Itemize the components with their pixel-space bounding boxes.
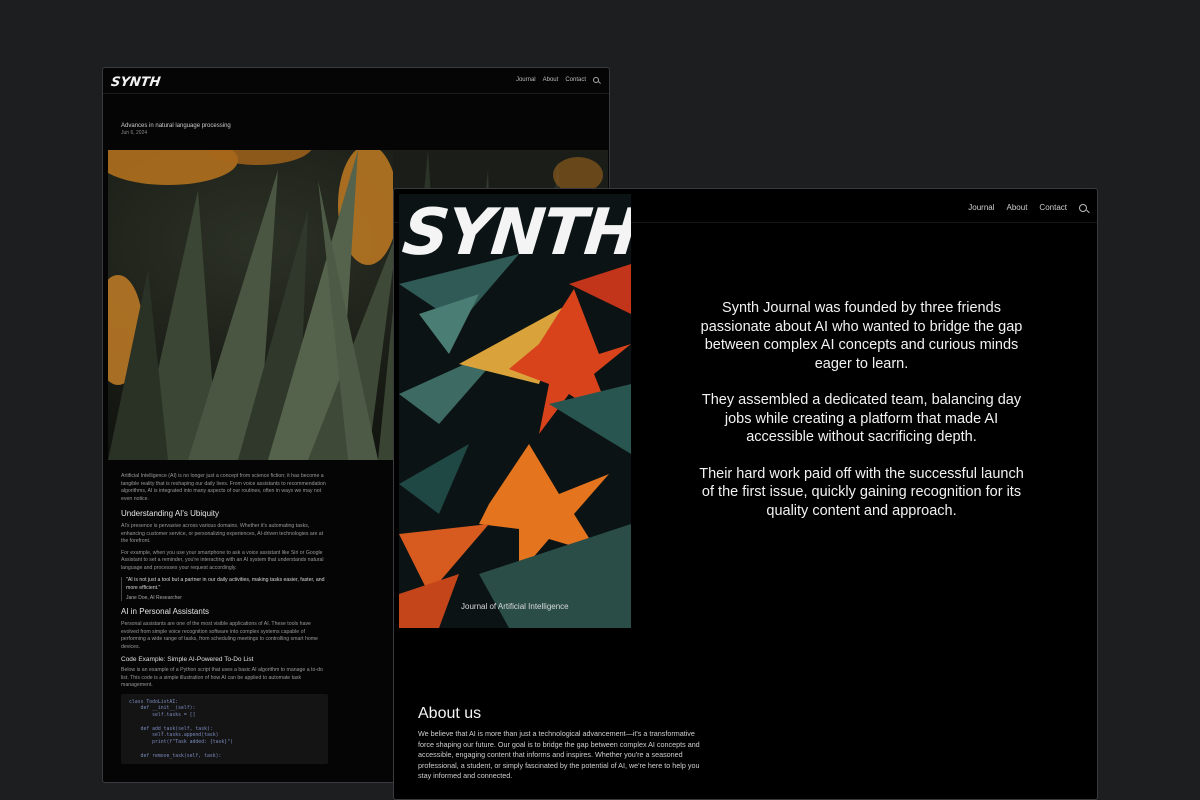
blockquote: "AI is not just a tool but a partner in …	[121, 577, 326, 601]
search-icon[interactable]	[593, 77, 599, 83]
nav-journal-link[interactable]: Journal	[968, 203, 994, 212]
article-paragraph: Below is an example of a Python script t…	[121, 667, 323, 688]
nav-contact-link[interactable]: Contact	[1039, 203, 1067, 212]
journal-cover-image: SYNTH Journal of Artificial Intelligence	[399, 194, 631, 628]
nav-contact-link[interactable]: Contact	[565, 77, 586, 83]
article-paragraph: AI's presence is pervasive across variou…	[121, 523, 324, 544]
post-date: Jun 6, 2024	[121, 130, 148, 136]
about-body: We believe that AI is more than just a t…	[418, 729, 700, 780]
subsection-heading: Code Example: Simple AI-Powered To-Do Li…	[121, 656, 254, 663]
section-heading: Understanding AI's Ubiquity	[121, 509, 220, 518]
story-paragraph: Synth Journal was founded by three frien…	[700, 300, 1023, 372]
cover-logo: SYNTH	[399, 196, 631, 270]
article-paragraph: For example, when you use your smartphon…	[121, 549, 324, 571]
founding-story: Synth Journal was founded by three frien…	[694, 299, 1029, 538]
quote-text: "AI is not just a tool but a partner in …	[126, 577, 325, 591]
about-page-window: Journal About Contact SYNTH Journal of A…	[393, 188, 1098, 800]
article-body: Artificial Intelligence (AI) is no longe…	[121, 473, 328, 764]
quote-author: Jane Doe, AI Researcher	[126, 595, 182, 601]
story-paragraph: They assembled a dedicated team, balanci…	[701, 392, 1022, 445]
nav-about-link[interactable]: About	[1007, 203, 1028, 212]
nav-links: Journal About Contact	[516, 77, 599, 83]
code-text: class TodoListAI: def __init__(self): se…	[129, 699, 233, 759]
site-logo[interactable]: SYNTH	[110, 75, 162, 90]
top-nav: SYNTH Journal About Contact	[103, 68, 609, 94]
cover-caption: Journal of Artificial Intelligence	[461, 602, 569, 611]
nav-journal-link[interactable]: Journal	[516, 77, 536, 83]
search-icon[interactable]	[1079, 203, 1087, 212]
nav-links: Journal About Contact	[968, 203, 1087, 212]
section-heading: AI in Personal Assistants	[121, 607, 210, 616]
post-title: Advances in natural language processing	[121, 123, 231, 129]
nav-about-link[interactable]: About	[543, 77, 559, 83]
story-paragraph: Their hard work paid off with the succes…	[699, 465, 1024, 519]
article-intro: Artificial Intelligence (AI) is no longe…	[121, 473, 326, 502]
article-paragraph: Personal assistants are one of the most …	[121, 621, 318, 650]
code-block[interactable]: class TodoListAI: def __init__(self): se…	[121, 693, 328, 764]
about-heading: About us	[418, 705, 482, 722]
